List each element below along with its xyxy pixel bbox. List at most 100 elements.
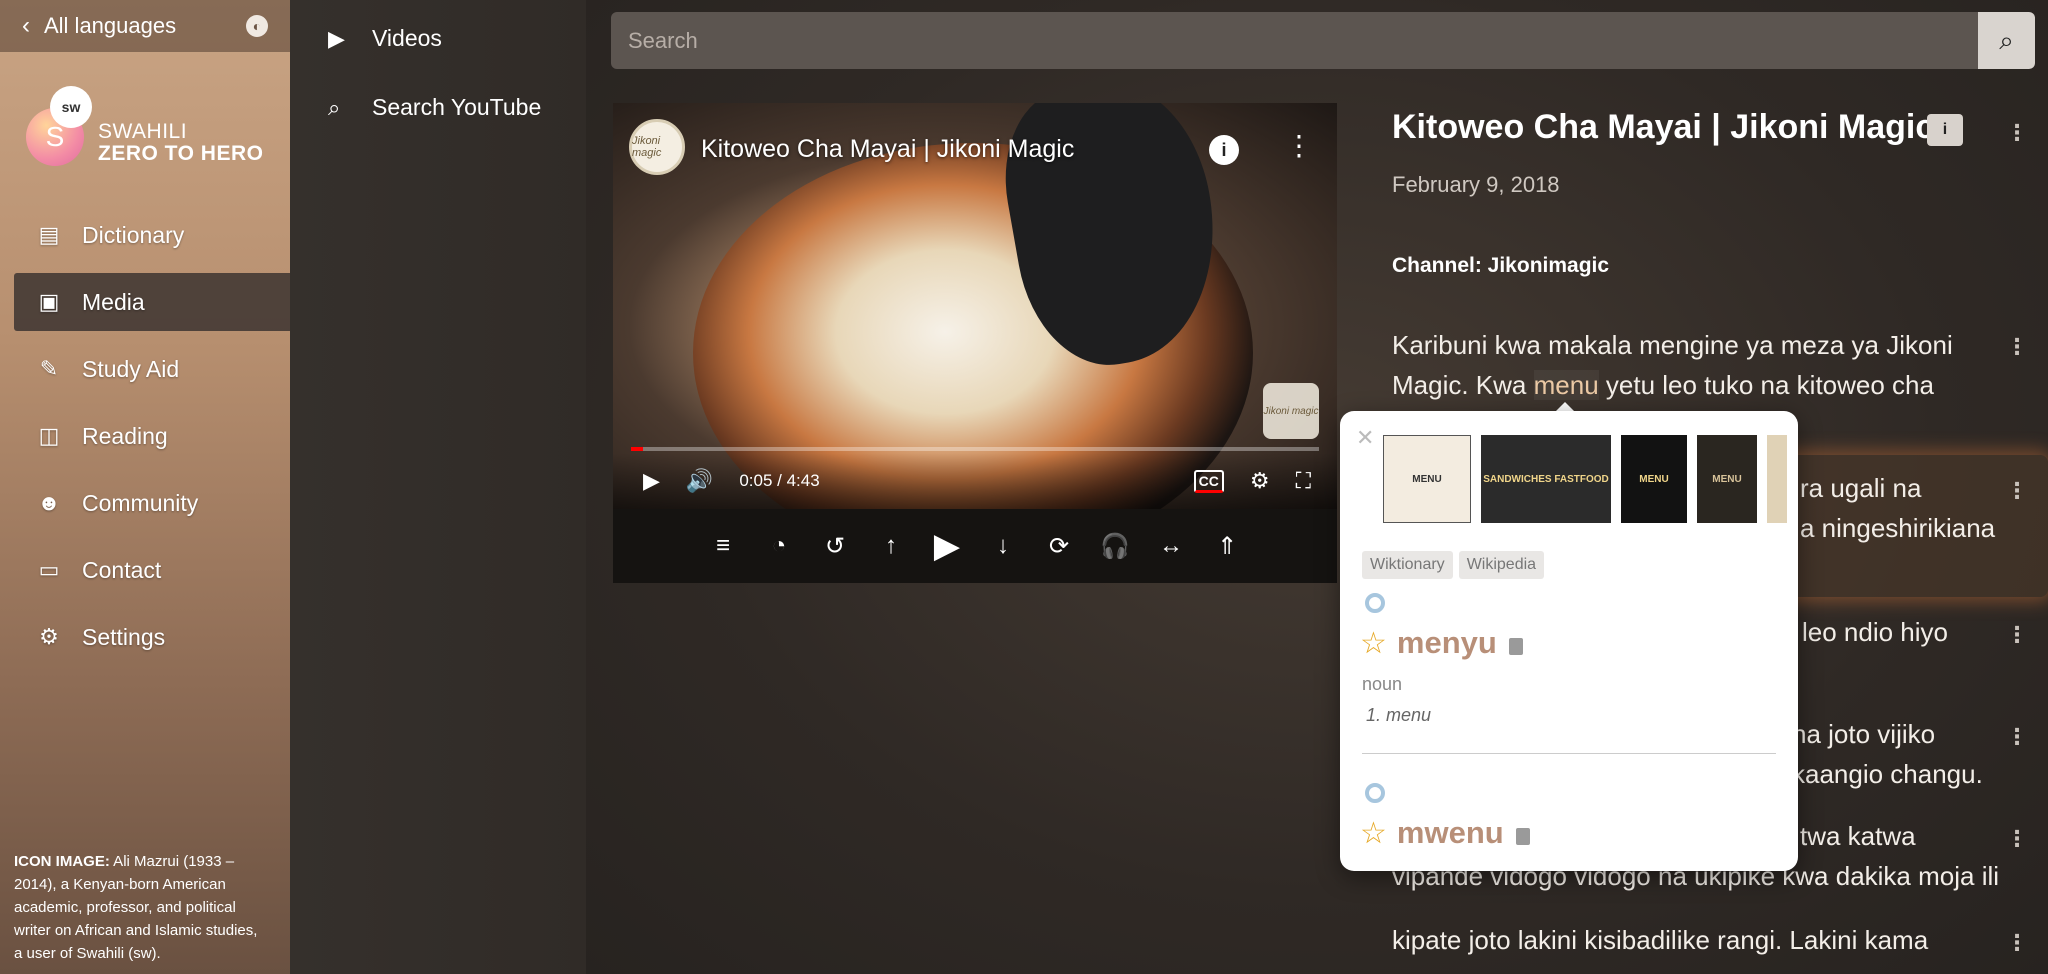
info-badge-icon[interactable]: i: [1927, 114, 1963, 146]
captions-button[interactable]: CC: [1193, 469, 1224, 493]
subnav-label: Search YouTube: [372, 94, 542, 120]
sidebar-item-community[interactable]: ☻ Community: [14, 474, 290, 532]
image-results: MENU SANDWICHES FASTFOOD MENU MENU: [1383, 435, 1787, 523]
dictionary-popup: ✕ MENU SANDWICHES FASTFOOD MENU MENU Wik…: [1340, 411, 1798, 871]
previous-line-icon[interactable]: ↑: [863, 532, 919, 560]
channel-logo[interactable]: Jikoni magic: [629, 119, 685, 175]
video-controls: ▶ 🔊 0:05 / 4:43 CC ⚙ ⛶: [613, 453, 1337, 509]
wiktionary-link[interactable]: Wiktionary: [1362, 551, 1453, 579]
more-vertical-icon[interactable]: ⋮: [2006, 826, 2028, 852]
search-input[interactable]: Search: [611, 12, 2003, 69]
more-vertical-icon[interactable]: ⋮: [2006, 622, 2028, 648]
image-result[interactable]: MENU: [1383, 435, 1471, 523]
settings-gear-icon[interactable]: ⚙: [1250, 468, 1270, 494]
open-book-icon: ◫: [38, 423, 60, 448]
image-result[interactable]: SANDWICHES FASTFOOD: [1481, 435, 1611, 523]
channel-name[interactable]: Channel: Jikonimagic: [1392, 254, 1609, 278]
search-icon: ⌕: [328, 94, 341, 120]
chevron-left-icon: ‹: [22, 12, 30, 39]
video-date: February 9, 2018: [1392, 172, 1560, 197]
subnav-videos[interactable]: ▶ Videos: [328, 25, 442, 52]
play-button-icon[interactable]: ▶: [919, 526, 975, 566]
gear-icon: ⚙: [39, 624, 59, 649]
users-icon: ☻: [37, 490, 61, 515]
back-to-languages-button[interactable]: ‹ All languages ◐: [0, 0, 290, 52]
more-vertical-icon[interactable]: ⋮: [2006, 120, 2028, 146]
star-icon[interactable]: ☆: [1360, 626, 1387, 661]
audio-ring-icon[interactable]: [1365, 783, 1385, 803]
logo-badge: sw: [50, 86, 92, 128]
image-result[interactable]: MENU: [1621, 435, 1687, 523]
video-title[interactable]: Kitoweo Cha Mayai | Jikoni Magic: [701, 135, 1074, 164]
book-icon[interactable]: [1508, 637, 1523, 655]
sidebar-item-dictionary[interactable]: ▤ Dictionary: [14, 206, 290, 264]
image-caption: MENU: [1639, 473, 1669, 485]
app-logo[interactable]: S sw SWAHILI ZERO TO HERO: [26, 86, 276, 166]
audio-ring-icon[interactable]: [1365, 593, 1385, 613]
image-result[interactable]: MENU: [1697, 435, 1757, 523]
video-player[interactable]: Jikoni magic Kitoweo Cha Mayai | Jikoni …: [613, 103, 1337, 509]
transcript-line[interactable]: ha joto vijiko kaangio changu.: [1792, 714, 2002, 794]
book-icon[interactable]: [1515, 827, 1530, 845]
image-result[interactable]: [1767, 435, 1787, 523]
rewind-icon[interactable]: ↺: [807, 532, 863, 561]
main-nav: ▤ Dictionary ▣ Media ✎ Study Aid ◫ Readi…: [14, 206, 290, 675]
transcript-text: ha joto vijiko: [1792, 719, 1936, 749]
info-icon[interactable]: i: [1209, 135, 1239, 165]
dictionary-entry: ☆ menyu: [1360, 625, 1523, 661]
definition: 1. menu: [1366, 705, 1432, 725]
video-time: 0:05 / 4:43: [739, 471, 820, 490]
speed-gauge-icon[interactable]: ◔: [751, 532, 807, 560]
more-vertical-icon[interactable]: ⋮: [2006, 930, 2028, 956]
more-vertical-icon[interactable]: ⋮: [2006, 334, 2028, 360]
search-button[interactable]: ⌕: [1978, 12, 2035, 69]
sidebar-item-media[interactable]: ▣ Media: [14, 273, 290, 331]
more-vertical-icon[interactable]: ⋮: [2006, 478, 2028, 504]
globe-icon[interactable]: ◐: [246, 15, 268, 37]
wikipedia-link[interactable]: Wikipedia: [1458, 551, 1545, 579]
transcript-line[interactable]: leo ndio hiyo: [1802, 612, 2002, 652]
volume-icon[interactable]: 🔊: [686, 468, 713, 494]
search-placeholder: Search: [628, 27, 698, 53]
transcript-line[interactable]: ra ugali na a ningeshirikiana: [1800, 468, 2000, 548]
repeat-icon[interactable]: ⟳: [1031, 532, 1087, 561]
star-icon[interactable]: ☆: [1360, 816, 1387, 851]
transcript-list-icon[interactable]: ≡: [695, 532, 751, 560]
sidebar-item-label: Settings: [82, 623, 166, 650]
expand-horizontal-icon[interactable]: ↔: [1143, 532, 1199, 560]
transcript-text: kipate joto lakini kisibadilike rangi. L…: [1392, 925, 1929, 955]
image-caption: MENU: [1712, 473, 1742, 485]
sidebar-item-reading[interactable]: ◫ Reading: [14, 407, 290, 465]
highlighted-word[interactable]: menu: [1533, 370, 1599, 400]
sidebar: ‹ All languages ◐ S sw SWAHILI ZERO TO H…: [0, 0, 290, 974]
media-subnav: ▶ Videos ⌕ Search YouTube: [290, 0, 586, 974]
video-progress-bar[interactable]: [631, 447, 1319, 451]
channel-watermark[interactable]: Jikoni magic: [1263, 383, 1319, 439]
more-vertical-icon[interactable]: ⋮: [2006, 724, 2028, 750]
sidebar-item-study-aid[interactable]: ✎ Study Aid: [14, 340, 290, 398]
headphones-icon[interactable]: 🎧: [1087, 532, 1143, 561]
sidebar-item-label: Reading: [82, 422, 168, 449]
player-toolbar: ≡ ◔ ↺ ↑ ▶ ↓ ⟳ 🎧 ↔ ⇑: [613, 509, 1337, 583]
subnav-search-youtube[interactable]: ⌕ Search YouTube: [328, 94, 541, 121]
image-caption: MENU: [1412, 473, 1442, 485]
fullscreen-icon[interactable]: ⛶: [1296, 468, 1311, 494]
entry-word[interactable]: menyu: [1397, 625, 1497, 661]
transcript-text: leo ndio hiyo: [1802, 617, 1948, 647]
image-caption: SANDWICHES FASTFOOD: [1483, 473, 1609, 485]
entry-word[interactable]: mwenu: [1397, 815, 1504, 851]
video-progress-fill: [631, 447, 644, 451]
sidebar-item-settings[interactable]: ⚙ Settings: [14, 608, 290, 666]
next-line-icon[interactable]: ↓: [975, 532, 1031, 560]
collapse-up-icon[interactable]: ⇑: [1199, 532, 1255, 561]
transcript-text: a ningeshirikiana: [1800, 513, 1996, 543]
play-icon[interactable]: ▶: [643, 468, 660, 494]
play-icon: ▶: [328, 25, 345, 51]
transcript-text: yetu leo tuko na kitoweo cha: [1598, 370, 1934, 400]
transcript-line[interactable]: Karibuni kwa makala mengine ya meza ya J…: [1392, 325, 2002, 405]
sidebar-item-contact[interactable]: ▭ Contact: [14, 541, 290, 599]
more-vertical-icon[interactable]: ⋮: [1285, 129, 1313, 162]
close-icon[interactable]: ✕: [1356, 425, 1374, 451]
id-card-icon: ▭: [38, 557, 60, 582]
transcript-line[interactable]: kipate joto lakini kisibadilike rangi. L…: [1392, 920, 2032, 960]
